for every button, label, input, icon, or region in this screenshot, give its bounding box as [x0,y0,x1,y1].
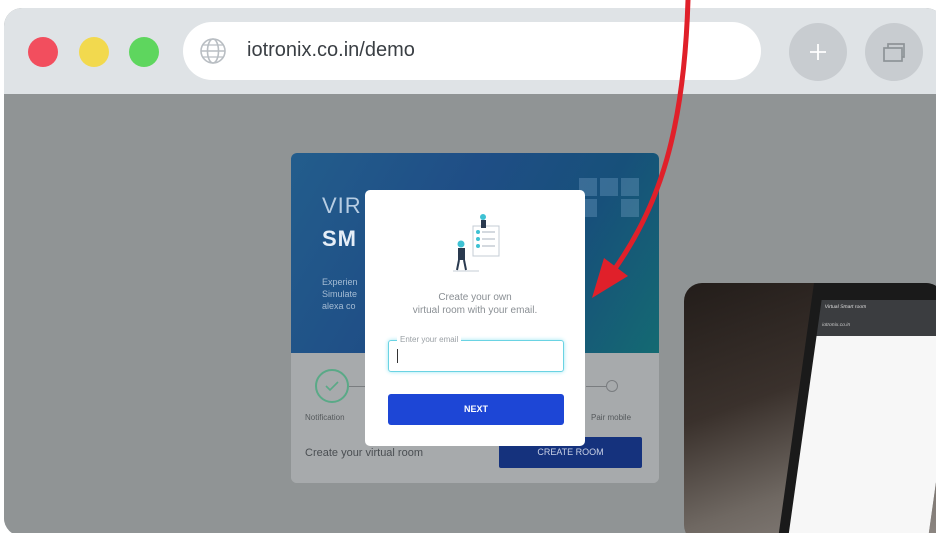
laptop-page [785,336,936,533]
close-window-button[interactable] [28,37,58,67]
laptop-tab-title: Virtual Smart room [824,304,867,310]
laptop-screen: Virtual Smart room iotronix.co.in [776,283,936,533]
email-field[interactable]: Enter your email [388,335,564,372]
url-text: iotronix.co.in/demo [247,39,415,61]
email-field-label: Enter your email [397,335,462,344]
globe-icon [200,38,226,64]
hero-description: Experien Simulate alexa co [322,276,358,312]
person-with-board-illustration [453,214,500,272]
hero-title-line2: SM [322,226,357,251]
browser-chrome: iotronix.co.in/demo [4,8,936,94]
minimize-window-button[interactable] [79,37,109,67]
laptop-browser-bar: Virtual Smart room iotronix.co.in [816,300,936,336]
step-connector [586,386,606,387]
step-label-pair-mobile: Pair mobile [591,413,632,422]
hero-desc-line: Simulate [322,289,358,299]
plus-icon [810,44,826,60]
tabs-overview-button[interactable] [865,23,923,81]
tabs-icon [883,43,905,62]
maximize-window-button[interactable] [129,37,159,67]
address-bar[interactable]: iotronix.co.in/demo [183,22,761,80]
step-notification [315,369,349,403]
laptop-url: iotronix.co.in [821,322,851,328]
modal-text-line: Create your own [438,292,512,303]
new-tab-button[interactable] [789,23,847,81]
next-button[interactable]: NEXT [388,394,564,425]
modal-description: Create your own virtual room with your e… [365,291,585,317]
modal-text-line: virtual room with your email. [412,305,538,316]
hero-desc-line: Experien [322,277,358,287]
grid-pattern-icon [579,178,639,217]
step-pair-mobile [606,380,618,392]
check-icon [325,381,339,392]
email-input[interactable] [392,346,558,366]
screenshot: iotronix.co.in/demo VIR SM Experien Simu… [0,0,936,533]
text-cursor [397,349,398,363]
laptop-photo-inset: Virtual Smart room iotronix.co.in [684,283,936,533]
hero-desc-line: alexa co [322,301,356,311]
create-room-modal: Create your own virtual room with your e… [365,190,585,446]
step-label-notification: Notification [305,413,345,422]
hero-title-line1: VIR [322,193,362,218]
create-room-caption: Create your virtual room [305,447,423,459]
